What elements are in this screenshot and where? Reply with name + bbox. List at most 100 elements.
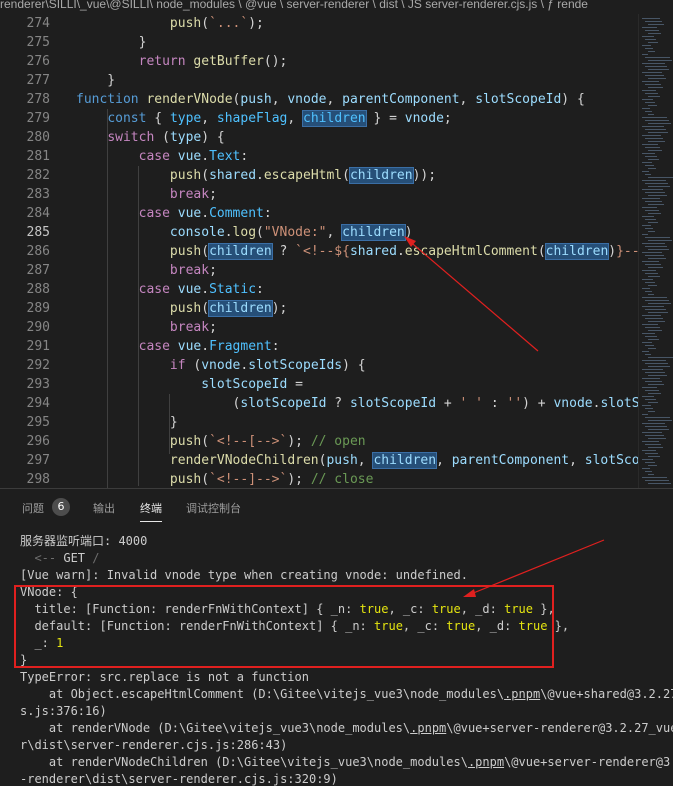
code-text[interactable]: return getBuffer(); [76,52,288,71]
code-text[interactable]: push(children ? `<!--${shared.escapeHtml… [76,242,647,261]
minimap-line [642,90,656,91]
code-line[interactable]: 287 break; [0,261,638,280]
terminal-line: at renderVNodeChildren (D:\Gitee\vitejs_… [20,755,673,769]
code-text[interactable]: (slotScopeId ? slotScopeId + ' ' : '') +… [76,394,648,413]
code-line[interactable]: 278 function renderVNode(push, vnode, par… [0,90,638,109]
panel-tab-0[interactable]: 问题 6 [22,498,70,516]
minimap-line [648,357,673,358]
code-text[interactable]: slotScopeId = [76,375,303,394]
minimap-line [645,219,656,220]
code-line[interactable]: 280 switch (type) { [0,128,638,147]
minimap-line [642,405,651,406]
minimap-line [642,198,660,199]
minimap-line [648,339,659,340]
code-text[interactable]: break; [76,318,217,337]
code-text[interactable]: push(shared.escapeHtml(children)); [76,166,436,185]
code-text[interactable]: push(`...`); [76,14,264,33]
minimap-line [645,39,656,40]
terminal-line: at Object.escapeHtmlComment (D:\Gitee\vi… [20,687,673,701]
minimap-line [648,285,657,286]
code-line[interactable]: 275 } [0,33,638,52]
line-number: 278 [26,92,50,107]
minimap-line [642,432,662,433]
code-text[interactable]: const { type, shapeFlag, children } = vn… [76,109,452,128]
minimap-line [642,270,656,271]
code-text[interactable]: } [76,413,178,432]
code-line[interactable]: 274 push(`...`); [0,14,638,33]
code-text[interactable]: case vue.Static: [76,280,264,299]
minimap-line [648,132,668,133]
code-line[interactable]: 290 break; [0,318,638,337]
terminal-line: TypeError: src.replace is not a function [20,670,309,684]
code-line[interactable]: 283 break; [0,185,638,204]
minimap-line [645,264,661,265]
line-number: 290 [26,320,50,335]
minimap-line [645,363,668,364]
code-text[interactable]: if (vnode.slotScopeIds) { [76,356,366,375]
minimap-line [645,327,660,328]
minimap-line [648,321,665,322]
minimap-line [648,42,658,43]
code-text[interactable]: } [76,33,147,52]
code-text[interactable]: break; [76,261,217,280]
code-line[interactable]: 293 slotScopeId = [0,375,638,394]
minimap-line [648,393,661,394]
code-editor[interactable]: 274 push(`...`); 275 } 276 return getBuffe… [0,14,673,488]
code-line[interactable]: 295 } [0,413,638,432]
line-number: 295 [26,415,50,430]
minimap-line [645,147,660,148]
code-line[interactable]: 288 case vue.Static: [0,280,638,299]
code-line[interactable]: 297 renderVNodeChildren(push, children, … [0,451,647,470]
code-line[interactable]: 296 push(`<!--[-->`); // open [0,432,638,451]
minimap-line [645,192,665,193]
minimap-line [645,390,659,391]
minimap-line [642,414,648,415]
breadcrumb-path[interactable]: renderer\SILLI\_vue\@SILLI\ node_modules… [0,0,588,11]
minimap-line [642,180,666,181]
minimap-line [648,402,658,403]
minimap-line [645,291,652,292]
minimap-line [648,114,654,115]
panel-tab-1[interactable]: 输出 [93,500,115,516]
code-line[interactable]: 294 (slotScopeId ? slotScopeId + ' ' : '… [0,394,648,413]
minimap-line [642,18,660,19]
code-text[interactable]: case vue.Text: [76,147,249,166]
code-line[interactable]: 282 push(shared.escapeHtml(children)); [0,166,638,185]
minimap-line [648,60,672,61]
code-text[interactable]: break; [76,185,217,204]
code-text[interactable]: switch (type) { [76,128,224,147]
line-number: 279 [26,111,50,126]
code-text[interactable]: function renderVNode(push, vnode, parent… [76,90,585,109]
code-text[interactable]: push(`<!--]-->`); // close [76,470,374,488]
minimap-line [642,441,659,442]
minimap-line [648,240,672,241]
code-line[interactable]: 279 const { type, shapeFlag, children } … [0,109,638,128]
code-text[interactable]: } [76,71,115,90]
panel-tab-3[interactable]: 调试控制台 [186,500,241,516]
minimap[interactable] [638,14,673,488]
minimap-line [642,108,650,109]
code-line[interactable]: 284 case vue.Comment: [0,204,638,223]
minimap-line [645,345,654,346]
indent-guide [107,109,108,488]
code-line[interactable]: 291 case vue.Fragment: [0,337,638,356]
minimap-line [642,351,649,352]
code-line[interactable]: 276 return getBuffer(); [0,52,638,71]
code-text[interactable]: case vue.Comment: [76,204,272,223]
code-line[interactable]: 286 push(children ? `<!--${shared.escape… [0,242,647,261]
code-line[interactable]: 289 push(children); [0,299,638,318]
minimap-line [645,84,661,85]
code-line[interactable]: 298 push(`<!--]-->`); // close [0,470,638,488]
code-text[interactable]: renderVNodeChildren(push, children, pare… [76,451,647,470]
code-text[interactable]: console.log("VNode:", children) [76,223,413,242]
minimap-line [648,348,656,349]
code-line[interactable]: 285 console.log("VNode:", children) [0,223,638,242]
code-line[interactable]: 281 case vue.Text: [0,147,638,166]
code-text[interactable]: push(`<!--[-->`); // open [76,432,366,451]
panel-tab-2[interactable]: 终端 [140,500,162,522]
terminal-line: <-- GET / [20,551,100,565]
code-line[interactable]: 292 if (vnode.slotScopeIds) { [0,356,638,375]
minimap-line [648,483,671,484]
code-line[interactable]: 277 } [0,71,638,90]
breadcrumb[interactable]: renderer\SILLI\_vue\@SILLI\ node_modules… [0,0,673,14]
